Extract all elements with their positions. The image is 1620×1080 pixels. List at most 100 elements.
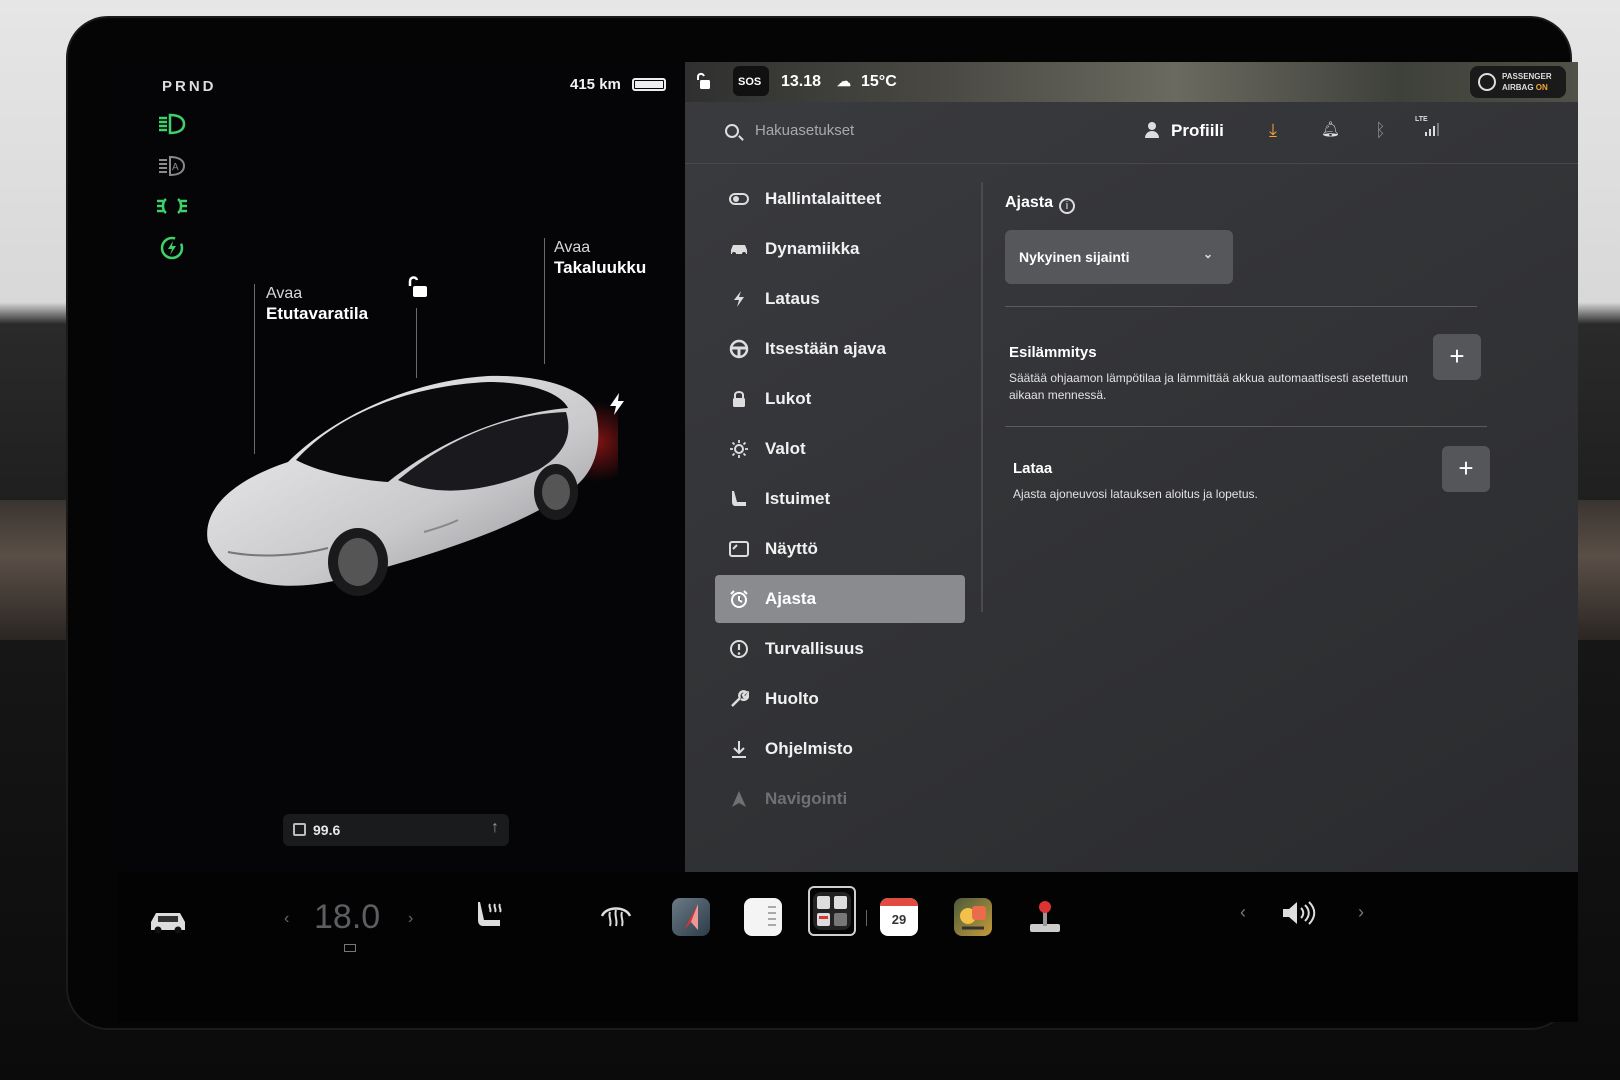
menu-label: Huolto — [765, 689, 819, 708]
location-dropdown[interactable]: Nykyinen sijainti ⌄ — [1005, 230, 1233, 284]
volume-prev-chevron[interactable]: ‹ — [1240, 902, 1246, 923]
toggle-icon — [729, 189, 749, 209]
preheat-description: Säätää ohjaamon lämpötilaa ja lämmittää … — [1009, 371, 1408, 402]
bluetooth-icon[interactable]: ᛒ — [1375, 120, 1386, 141]
menu-item-itsestaan-ajava[interactable]: Itsestään ajava — [715, 324, 965, 374]
auto-high-beam-icon: A — [159, 155, 186, 177]
dock-separator — [866, 910, 867, 926]
menu-item-lataus[interactable]: Lataus — [715, 274, 965, 324]
unlocked-padlock-icon[interactable] — [695, 72, 711, 90]
vehicle-model-image — [207, 375, 618, 596]
menu-item-hallintalaitteet[interactable]: Hallintalaitteet — [715, 174, 965, 224]
add-preheat-button[interactable]: + — [1433, 334, 1481, 380]
menu-item-huolto[interactable]: Huolto — [715, 674, 965, 724]
svg-text:A: A — [172, 162, 179, 173]
menu-divider — [981, 182, 983, 612]
airbag-line1: PASSENGER — [1502, 72, 1552, 81]
trip-odometer[interactable]: 99.6 ↑ — [283, 814, 509, 846]
trunk-label-line2: Takaluukku — [554, 258, 647, 277]
menu-item-lukot[interactable]: Lukot — [715, 374, 965, 424]
navigation-icon — [729, 789, 749, 809]
battery-icon — [632, 78, 666, 91]
defrost-icon[interactable] — [598, 900, 634, 930]
touchscreen: PRND 415 km A Avaa Etutavaratila Avaa Ta… — [118, 62, 1578, 1022]
profile-button[interactable]: Profiili — [1145, 121, 1224, 141]
steering-wheel-icon — [729, 339, 749, 359]
section-divider — [1005, 426, 1487, 427]
menu-label: Itsestään ajava — [765, 339, 886, 358]
settings-search-input[interactable] — [755, 122, 1055, 139]
volume-icon[interactable] — [1280, 898, 1316, 928]
sos-button[interactable]: SOS — [733, 66, 769, 96]
chevron-down-icon: ⌄ — [1202, 247, 1213, 261]
menu-item-turvallisuus[interactable]: Turvallisuus — [715, 624, 965, 674]
settings-pane: SOS 13.18 ☁ 15°C PASSENGER AIRBAG ON Pro… — [685, 62, 1578, 872]
menu-label: Hallintalaitteet — [765, 189, 882, 208]
alarm-clock-icon — [729, 589, 749, 609]
info-icon[interactable]: i — [1059, 198, 1076, 214]
add-charge-schedule-button[interactable]: + — [1442, 446, 1490, 492]
car-view-pane: PRND 415 km A Avaa Etutavaratila Avaa Ta… — [118, 62, 685, 872]
open-frunk-button[interactable]: Avaa Etutavaratila — [266, 284, 368, 324]
climate-icon — [344, 944, 356, 952]
menu-label: Lukot — [765, 389, 812, 408]
unlock-icon[interactable] — [404, 274, 430, 300]
volume-next-chevron[interactable]: › — [1358, 902, 1364, 923]
arcade-joystick-icon[interactable] — [1026, 898, 1064, 936]
notes-app-icon[interactable] — [744, 898, 782, 936]
frunk-label-line2: Etutavaratila — [266, 304, 369, 323]
clock: 13.18 — [781, 73, 822, 90]
sun-icon — [729, 439, 749, 459]
calendar-app-icon[interactable]: 29 — [880, 898, 918, 936]
charge-port-bolt-icon[interactable] — [608, 392, 626, 416]
trunk-callout-line — [544, 238, 545, 364]
expand-up-icon[interactable]: ↑ — [491, 819, 499, 837]
cabin-temperature[interactable]: 18.0 — [314, 898, 380, 937]
toybox-app-icon[interactable] — [954, 898, 992, 936]
map-status-strip: SOS 13.18 ☁ 15°C PASSENGER AIRBAG ON — [685, 62, 1578, 102]
download-icon — [729, 739, 749, 759]
settings-menu: Hallintalaitteet Dynamiikka Lataus Itses… — [715, 174, 965, 824]
person-icon — [1145, 122, 1159, 138]
menu-label: Turvallisuus — [765, 639, 864, 658]
location-dropdown-value: Nykyinen sijainti — [1019, 249, 1130, 265]
display-icon — [729, 539, 749, 559]
open-trunk-button[interactable]: Avaa Takaluukku — [554, 238, 646, 278]
car-icon — [729, 239, 749, 259]
parking-lights-icon — [157, 198, 187, 214]
bottom-dock: ‹ 18.0 › 29 ‹ › — [118, 872, 1578, 1022]
menu-label: Ohjelmisto — [765, 739, 853, 758]
menu-label: Ajasta — [765, 589, 817, 608]
menu-item-naytto[interactable]: Näyttö — [715, 524, 965, 574]
headlights-on-icon — [159, 113, 186, 135]
menu-item-ajasta[interactable]: Ajasta — [715, 575, 965, 623]
menu-label: Lataus — [765, 289, 820, 308]
panel-title: Ajasta — [1005, 194, 1054, 211]
seat-heater-icon[interactable] — [474, 898, 508, 932]
panel-header: Ajasta i — [1005, 194, 1485, 214]
temp-increase-chevron[interactable]: › — [408, 910, 413, 928]
menu-item-istuimet[interactable]: Istuimet — [715, 474, 965, 524]
menu-item-valot[interactable]: Valot — [715, 424, 965, 474]
menu-label: Istuimet — [765, 489, 831, 508]
menu-item-dynamiikka[interactable]: Dynamiikka — [715, 224, 965, 274]
charge-title: Lataa — [1013, 460, 1053, 477]
app-launcher-icon[interactable] — [813, 892, 851, 930]
menu-label: Valot — [765, 439, 806, 458]
menu-item-ohjelmisto[interactable]: Ohjelmisto — [715, 724, 965, 774]
car-controls-icon[interactable] — [148, 908, 188, 934]
range-readout: 415 km — [570, 76, 621, 93]
temp-decrease-chevron[interactable]: ‹ — [284, 910, 289, 928]
navigation-app-icon[interactable] — [672, 898, 710, 936]
frunk-label-line1: Avaa — [266, 285, 303, 302]
menu-item-navigointi[interactable]: Navigointi — [715, 774, 965, 824]
charging-status-icon — [160, 236, 184, 260]
alert-circle-icon — [729, 639, 749, 659]
download-update-icon[interactable]: ⤓ — [1269, 120, 1277, 141]
bell-icon[interactable]: 🔔︎ — [1321, 120, 1340, 138]
seat-icon — [729, 489, 749, 509]
menu-label: Navigointi — [765, 789, 848, 808]
section-divider — [1005, 306, 1477, 307]
odometer-value: 99.6 — [313, 822, 341, 838]
wrench-icon — [729, 689, 749, 709]
